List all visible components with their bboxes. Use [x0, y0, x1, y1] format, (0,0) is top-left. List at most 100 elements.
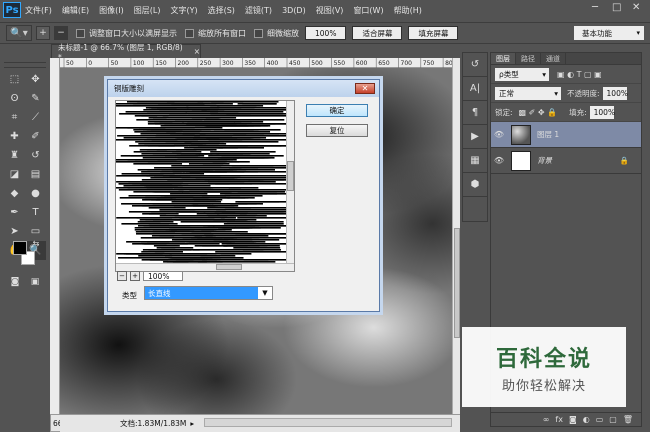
preview-vertical-scrollbar[interactable] [286, 101, 294, 265]
scrubby-zoom-checkbox[interactable]: 细微缩放 [254, 28, 299, 39]
brush-presets-panel-icon[interactable]: ▦ [463, 149, 487, 173]
lock-icons[interactable]: ▩ ✐ ✥ 🔒 [519, 108, 558, 117]
workspace-switcher[interactable]: 基本功能 ▾ [574, 26, 644, 40]
menu-type[interactable]: 文字(Y) [170, 5, 197, 16]
actions-panel-icon[interactable]: ▶ [463, 125, 487, 149]
dialog-title-bar[interactable]: 铜版雕刻 ✕ [108, 80, 379, 97]
screen-mode-icon[interactable]: ▣ [28, 276, 42, 288]
scrollbar-thumb[interactable] [454, 228, 460, 338]
fill-screen-button[interactable]: 填充屏幕 [408, 26, 459, 40]
reset-button[interactable]: 复位 [306, 124, 368, 137]
history-panel-icon[interactable]: ↺ [463, 53, 487, 77]
clone-stamp-tool-icon[interactable]: ♜ [4, 146, 25, 165]
tab-paths[interactable]: 路径 [516, 53, 541, 64]
pen-tool-icon[interactable]: ✒ [4, 203, 25, 222]
link-layers-icon[interactable]: ∞ [543, 415, 550, 424]
actual-pixels-button[interactable]: 100% [305, 26, 347, 40]
preview-zoom-field[interactable]: 100% [143, 271, 183, 281]
eye-icon[interactable]: 👁 [491, 130, 507, 139]
menu-layer[interactable]: 图层(L) [134, 5, 161, 16]
history-brush-tool-icon[interactable]: ↺ [25, 146, 46, 165]
eraser-tool-icon[interactable]: ◪ [4, 165, 25, 184]
crop-tool-icon[interactable]: ⌗ [4, 108, 25, 127]
menu-3d[interactable]: 3D(D) [282, 6, 306, 15]
menu-file[interactable]: 文件(F) [25, 5, 52, 16]
menu-view[interactable]: 视图(V) [316, 5, 344, 16]
horizontal-scrollbar[interactable] [204, 418, 452, 427]
zoom-out-icon[interactable]: − [117, 271, 127, 281]
new-layer-icon[interactable]: ▢ [609, 415, 617, 424]
panel-grip[interactable] [4, 62, 46, 68]
zoom-out-icon[interactable]: − [54, 26, 68, 40]
menu-select[interactable]: 选择(S) [208, 5, 235, 16]
document-tab[interactable]: 未标题-1 @ 66.7% (图层 1, RGB/8) * × [51, 43, 201, 62]
tab-layers[interactable]: 图层 [491, 53, 516, 64]
close-icon[interactable]: ✕ [355, 83, 375, 94]
horizontal-ruler[interactable]: 50 0 50 100 150 200 250 300 350 400 450 500 550 600 65… [60, 58, 457, 68]
foreground-color-swatch[interactable] [13, 241, 27, 255]
type-select[interactable]: 长直线 ▼ [144, 286, 273, 300]
preview-streak [191, 231, 248, 233]
opacity-field[interactable]: 100% [602, 86, 628, 100]
3d-panel-icon[interactable]: ⬢ [463, 173, 487, 197]
menu-edit[interactable]: 编辑(E) [62, 5, 89, 16]
preview-streak [142, 213, 167, 215]
menu-window[interactable]: 窗口(W) [353, 5, 383, 16]
fill-field[interactable]: 100% [589, 105, 615, 119]
maximize-button[interactable]: □ [612, 2, 621, 13]
zoom-all-windows-checkbox[interactable]: 缩放所有窗口 [185, 28, 246, 39]
ok-button[interactable]: 确定 [306, 104, 368, 117]
character-panel-icon[interactable]: A| [463, 77, 487, 101]
delete-layer-icon[interactable]: 🗑 [623, 415, 633, 424]
checkbox-box[interactable] [76, 28, 85, 38]
checkbox-box[interactable] [254, 28, 263, 38]
blur-tool-icon[interactable]: ◆ [4, 184, 25, 203]
menu-filter[interactable]: 滤镜(T) [245, 5, 272, 16]
path-select-tool-icon[interactable]: ➤ [4, 222, 25, 241]
move-tool-icon[interactable]: ✥ [25, 70, 46, 89]
vertical-ruler[interactable] [50, 58, 60, 414]
layer-kind-filter[interactable]: ρ类型 ▾ [495, 67, 549, 81]
menu-help[interactable]: 帮助(H) [394, 5, 422, 16]
scrollbar-thumb[interactable] [287, 161, 294, 191]
filter-icons[interactable]: ▣ ◐ T ▢ ▣ [557, 70, 602, 79]
tab-channels[interactable]: 通道 [541, 53, 566, 64]
healing-brush-tool-icon[interactable]: ✚ [4, 127, 25, 146]
paragraph-panel-icon[interactable]: ¶ [463, 101, 487, 125]
preview-streak [205, 117, 237, 119]
marquee-tool-icon[interactable]: ⬚ [4, 70, 25, 89]
layer-row[interactable]: 👁 背景 🔒 [491, 148, 641, 174]
vertical-scrollbar[interactable] [452, 58, 460, 414]
brush-tool-icon[interactable]: ✐ [25, 127, 46, 146]
layer-mask-icon[interactable]: ◙ [569, 415, 577, 424]
fit-screen-button[interactable]: 适合屏幕 [352, 26, 403, 40]
adjustment-layer-icon[interactable]: ◐ [583, 415, 590, 424]
blend-mode-select[interactable]: 正常 ▾ [495, 86, 561, 100]
quick-mask-icon[interactable]: ◙ [8, 276, 22, 288]
minimize-button[interactable]: ─ [592, 2, 598, 13]
menu-image[interactable]: 图像(I) [99, 5, 124, 16]
eye-icon[interactable]: 👁 [491, 156, 507, 165]
gradient-tool-icon[interactable]: ▤ [25, 165, 46, 184]
lasso-tool-icon[interactable]: ʘ [4, 89, 25, 108]
new-group-icon[interactable]: ▭ [596, 415, 604, 424]
ruler-ticks: 50 0 50 100 150 200 250 300 350 400 450 500 550 600 65… [63, 58, 457, 68]
zoom-in-icon[interactable]: + [36, 26, 50, 40]
chevron-right-icon[interactable]: ▸ [190, 419, 194, 428]
zoom-in-icon[interactable]: + [130, 271, 140, 281]
checkbox-box[interactable] [185, 28, 194, 38]
resize-windows-checkbox[interactable]: 调整窗口大小以满屏显示 [76, 28, 177, 39]
dodge-tool-icon[interactable]: ● [25, 184, 46, 203]
close-window-button[interactable]: ✕ [632, 2, 640, 13]
swap-colors-icon[interactable]: ⇆ [30, 238, 42, 248]
filter-preview[interactable] [115, 100, 295, 272]
layer-style-icon[interactable]: fx [555, 415, 563, 424]
layer-row[interactable]: 👁 图层 1 [491, 122, 641, 148]
eyedropper-tool-icon[interactable]: ⟋ [25, 108, 46, 127]
type-tool-icon[interactable]: T [25, 203, 46, 222]
close-icon[interactable]: × [194, 47, 200, 56]
quick-select-tool-icon[interactable]: ✎ [25, 89, 46, 108]
scrollbar-thumb[interactable] [216, 264, 242, 270]
document-size-info[interactable]: 文档:1.83M/1.83M [120, 418, 186, 429]
tool-preset-picker[interactable]: 🔍▾ [6, 25, 32, 41]
